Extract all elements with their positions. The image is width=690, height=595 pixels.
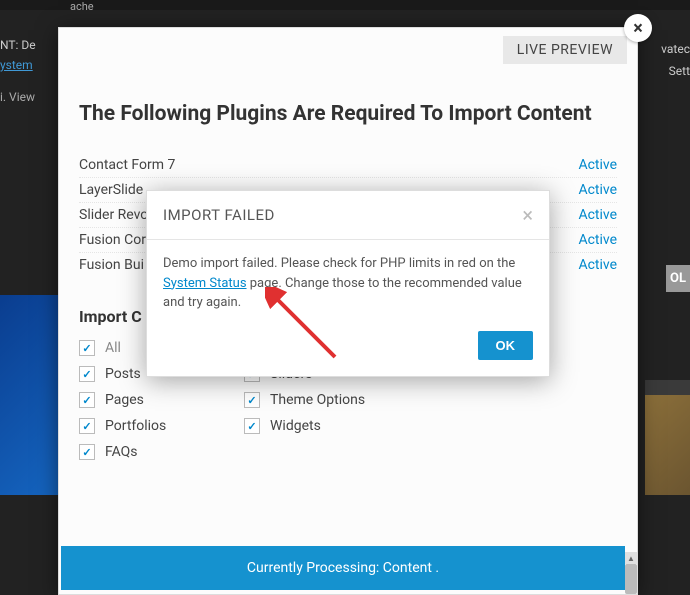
bg-card-left bbox=[0, 295, 60, 495]
plugin-name: LayerSlide bbox=[79, 182, 143, 198]
scroll-up-icon[interactable]: ▲ bbox=[625, 552, 637, 564]
checkbox-label: Widgets bbox=[270, 418, 321, 434]
checkbox-icon[interactable] bbox=[244, 418, 260, 434]
checkbox-label: Portfolios bbox=[105, 418, 166, 434]
checkbox-icon[interactable] bbox=[79, 366, 95, 382]
checkbox-icon[interactable] bbox=[79, 340, 95, 356]
modal-title: The Following Plugins Are Required To Im… bbox=[79, 100, 617, 129]
checkbox-label: FAQs bbox=[105, 444, 138, 460]
dialog-body: Demo import failed. Please check for PHP… bbox=[147, 240, 549, 331]
checkbox-label: Pages bbox=[105, 392, 144, 408]
import-failed-dialog: IMPORT FAILED × Demo import failed. Plea… bbox=[146, 190, 550, 377]
dialog-text-before: Demo import failed. Please check for PHP… bbox=[163, 256, 515, 271]
checkbox-icon[interactable] bbox=[79, 444, 95, 460]
plugin-status-link[interactable]: Active bbox=[578, 232, 617, 248]
plugin-status-link[interactable]: Active bbox=[578, 207, 617, 223]
bg-text: i. View bbox=[0, 90, 35, 104]
bg-text: Sett bbox=[669, 64, 690, 78]
checkbox-label: All bbox=[105, 340, 121, 356]
plugin-status-link[interactable]: Active bbox=[578, 257, 617, 273]
checkbox-item-faqs[interactable]: FAQs bbox=[79, 444, 234, 460]
bg-text: vatec bbox=[661, 42, 690, 56]
plugin-row: Contact Form 7 Active bbox=[79, 153, 617, 178]
checkbox-icon[interactable] bbox=[244, 392, 260, 408]
plugin-name: Slider Revo bbox=[79, 207, 148, 223]
close-button[interactable]: × bbox=[624, 14, 652, 42]
plugin-status-link[interactable]: Active bbox=[578, 157, 617, 173]
plugin-name: Fusion Bui bbox=[79, 257, 144, 273]
checkbox-icon[interactable] bbox=[79, 392, 95, 408]
ok-button[interactable]: OK bbox=[478, 331, 534, 360]
dialog-close-icon[interactable]: × bbox=[522, 205, 533, 225]
live-preview-button[interactable]: LIVE PREVIEW bbox=[503, 36, 627, 64]
plugin-status-link[interactable]: Active bbox=[578, 182, 617, 198]
bg-link[interactable]: ystem bbox=[0, 58, 33, 72]
plugin-name: Contact Form 7 bbox=[79, 157, 175, 173]
checkbox-icon[interactable] bbox=[79, 418, 95, 434]
bg-card-right bbox=[645, 395, 690, 495]
scrollbar-thumb[interactable] bbox=[625, 564, 637, 594]
checkbox-item-pages[interactable]: Pages bbox=[79, 392, 234, 408]
checkbox-label: Posts bbox=[105, 366, 141, 382]
bg-badge: OL bbox=[666, 265, 690, 292]
system-status-link[interactable]: System Status bbox=[163, 276, 247, 291]
checkbox-item-widgets[interactable]: Widgets bbox=[244, 418, 399, 434]
bg-top-bar: ache bbox=[0, 0, 690, 10]
dialog-title: IMPORT FAILED bbox=[163, 206, 275, 224]
plugin-name: Fusion Cor bbox=[79, 232, 146, 248]
checkbox-label: Theme Options bbox=[270, 392, 365, 408]
progress-bar: Currently Processing: Content . bbox=[61, 546, 625, 590]
bg-text: NT: De bbox=[0, 38, 36, 52]
checkbox-item-portfolios[interactable]: Portfolios bbox=[79, 418, 234, 434]
checkbox-item-theme-options[interactable]: Theme Options bbox=[244, 392, 399, 408]
